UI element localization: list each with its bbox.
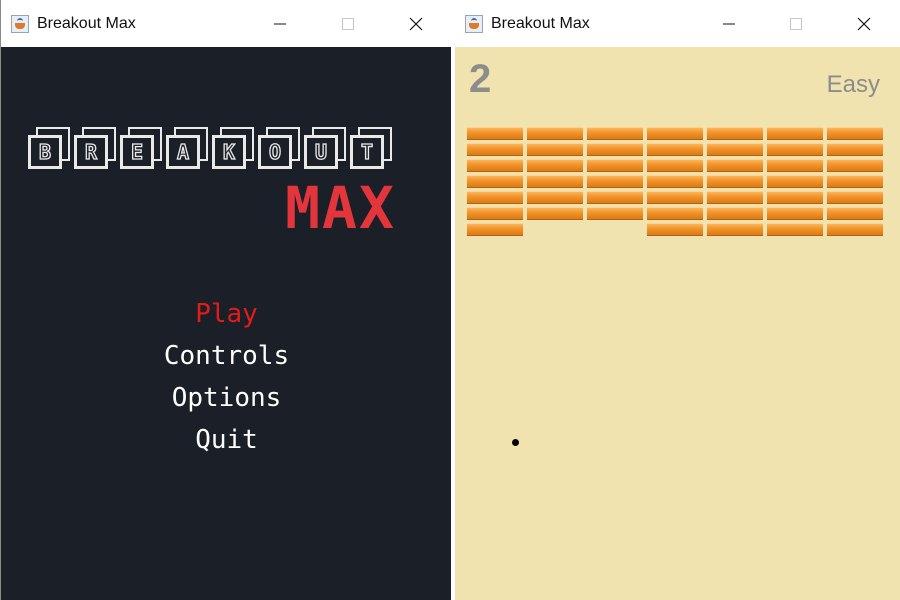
brick bbox=[587, 127, 643, 140]
menu-screen: B R E A K O U T MAX Play Controls Options Quit bbox=[1, 47, 451, 600]
brick bbox=[827, 143, 883, 156]
brick bbox=[527, 175, 583, 188]
java-app-icon bbox=[11, 14, 29, 33]
brick bbox=[527, 191, 583, 204]
close-button[interactable] bbox=[393, 0, 439, 47]
brick bbox=[587, 175, 643, 188]
menu-window-titlebar[interactable]: Breakout Max bbox=[1, 0, 451, 47]
logo-letter-block: U bbox=[304, 127, 346, 169]
menu-window-title: Breakout Max bbox=[37, 14, 136, 32]
logo-letter-block: E bbox=[120, 127, 162, 169]
brick bbox=[467, 143, 523, 156]
logo-letter: E bbox=[130, 139, 144, 164]
brick bbox=[707, 159, 763, 172]
maximize-icon bbox=[342, 17, 354, 30]
brick bbox=[767, 175, 823, 188]
minimize-button[interactable] bbox=[706, 0, 752, 47]
brick bbox=[827, 159, 883, 172]
close-icon bbox=[409, 17, 423, 30]
brick bbox=[707, 207, 763, 220]
brick bbox=[647, 175, 703, 188]
logo-letter-block: R bbox=[74, 127, 116, 169]
brick bbox=[467, 175, 523, 188]
minimize-button[interactable] bbox=[257, 0, 303, 47]
brick bbox=[767, 207, 823, 220]
logo-letter: O bbox=[268, 139, 282, 164]
brick bbox=[647, 191, 703, 204]
brick bbox=[467, 127, 523, 140]
game-field[interactable]: 2 Easy bbox=[455, 47, 900, 600]
brick bbox=[467, 191, 523, 204]
logo-letter: B bbox=[38, 139, 52, 164]
menu-window: Breakout Max B R E A K O U T MAX Play Controls … bbox=[0, 0, 451, 600]
maximize-icon bbox=[790, 17, 802, 30]
logo-letter: A bbox=[176, 139, 190, 164]
brick bbox=[767, 143, 823, 156]
score-counter: 2 bbox=[469, 57, 492, 101]
brick bbox=[527, 127, 583, 140]
logo-letter-block: K bbox=[212, 127, 254, 169]
logo-letter: T bbox=[360, 139, 374, 164]
menu-item-controls[interactable]: Controls bbox=[1, 341, 451, 371]
logo-letter: R bbox=[84, 139, 98, 164]
game-window-titlebar[interactable]: Breakout Max bbox=[455, 0, 900, 47]
logo-letter-block: O bbox=[258, 127, 300, 169]
brick bbox=[527, 207, 583, 220]
brick bbox=[707, 127, 763, 140]
brick bbox=[767, 159, 823, 172]
brick bbox=[827, 207, 883, 220]
brick bbox=[467, 223, 523, 236]
brick bbox=[707, 191, 763, 204]
game-window: Breakout Max 2 Easy bbox=[455, 0, 900, 600]
brick bbox=[767, 191, 823, 204]
brick bbox=[647, 159, 703, 172]
brick bbox=[587, 207, 643, 220]
maximize-button[interactable] bbox=[325, 0, 371, 47]
brick bbox=[767, 127, 823, 140]
ball bbox=[512, 439, 519, 446]
brick bbox=[467, 207, 523, 220]
brick bbox=[467, 159, 523, 172]
java-app-icon bbox=[465, 14, 483, 33]
brick bbox=[647, 207, 703, 220]
brick bbox=[707, 143, 763, 156]
max-logo-text: MAX bbox=[285, 174, 396, 242]
game-window-title: Breakout Max bbox=[491, 14, 590, 32]
brick bbox=[527, 143, 583, 156]
minimize-icon bbox=[274, 23, 286, 24]
brick bbox=[827, 175, 883, 188]
brick bbox=[647, 143, 703, 156]
brick bbox=[707, 175, 763, 188]
logo-letter: U bbox=[314, 139, 328, 164]
menu-item-quit[interactable]: Quit bbox=[1, 425, 451, 455]
minimize-icon bbox=[723, 23, 735, 24]
brick bbox=[707, 223, 763, 236]
brick-wall bbox=[467, 127, 885, 239]
brick bbox=[527, 159, 583, 172]
brick bbox=[827, 127, 883, 140]
maximize-button[interactable] bbox=[773, 0, 819, 47]
brick bbox=[827, 223, 883, 236]
difficulty-label: Easy bbox=[826, 71, 880, 98]
brick bbox=[587, 191, 643, 204]
brick bbox=[827, 191, 883, 204]
brick bbox=[587, 143, 643, 156]
logo-letter: K bbox=[222, 139, 236, 164]
logo-letter-block: T bbox=[350, 127, 392, 169]
menu-item-options[interactable]: Options bbox=[1, 383, 451, 413]
close-button[interactable] bbox=[841, 0, 887, 47]
close-icon bbox=[857, 17, 871, 30]
logo-letter-block: B bbox=[28, 127, 70, 169]
menu-item-play[interactable]: Play bbox=[1, 299, 451, 329]
brick bbox=[587, 159, 643, 172]
brick bbox=[767, 223, 823, 236]
breakout-logo: BREAKOUT bbox=[28, 127, 392, 169]
logo-letter-block: A bbox=[166, 127, 208, 169]
brick bbox=[647, 223, 703, 236]
brick bbox=[647, 127, 703, 140]
